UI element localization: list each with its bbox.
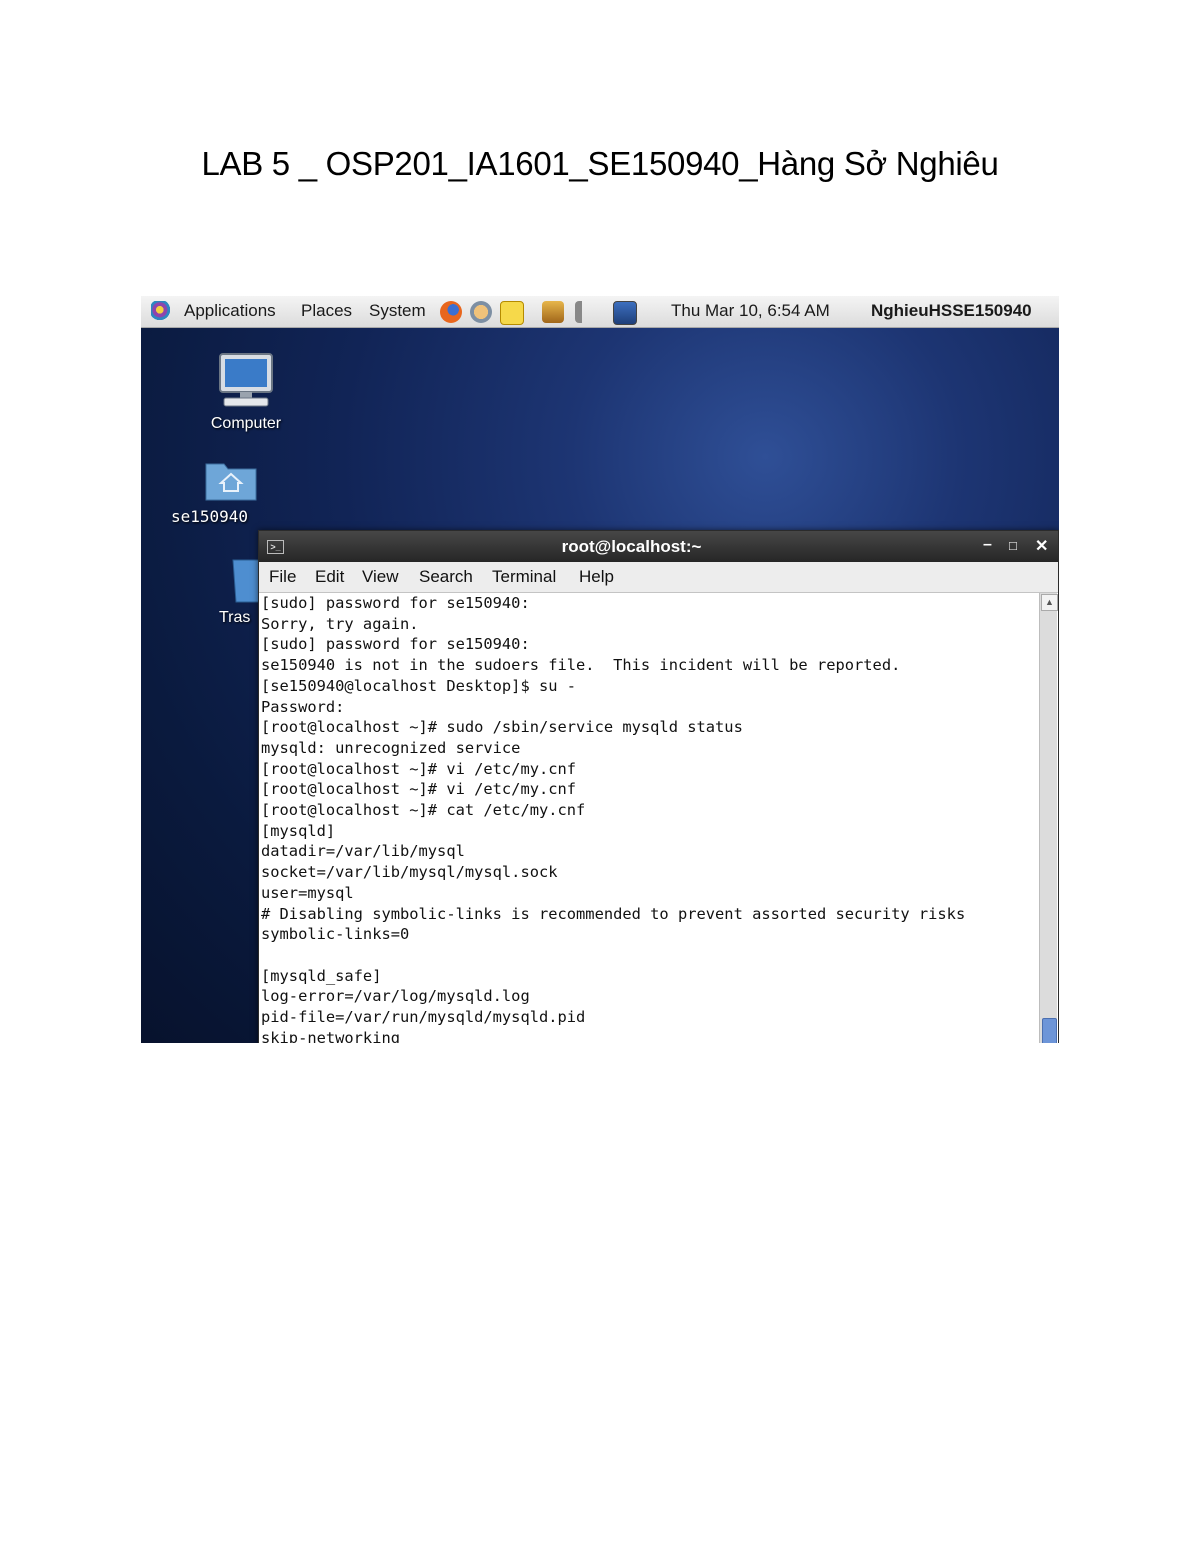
terminal-line: mysqld: unrecognized service bbox=[261, 738, 521, 757]
applications-menu-icon[interactable] bbox=[151, 301, 173, 323]
terminal-line: socket=/var/lib/mysql/mysql.sock bbox=[261, 863, 558, 882]
top-panel: Applications Places System Thu Mar 10, 6… bbox=[141, 296, 1059, 328]
terminal-line: [se150940@localhost Desktop]$ su - bbox=[261, 676, 577, 695]
terminal-line: [mysqld] bbox=[261, 821, 336, 840]
terminal-menubar: File Edit View Search Terminal Help bbox=[259, 562, 1058, 593]
document-title: LAB 5 _ OSP201_IA1601_SE150940_Hàng Sở N… bbox=[201, 145, 999, 182]
terminal-line: [sudo] password for se150940: bbox=[261, 594, 530, 612]
terminal-line: Sorry, try again. bbox=[261, 614, 419, 633]
terminal-line: log-error=/var/log/mysqld.log bbox=[261, 987, 530, 1006]
notes-icon[interactable] bbox=[500, 301, 524, 325]
terminal-title: root@localhost:~ bbox=[561, 537, 702, 556]
display-icon[interactable] bbox=[613, 301, 637, 325]
terminal-line: [mysqld_safe] bbox=[261, 966, 382, 985]
applications-menu[interactable]: Applications bbox=[184, 301, 276, 321]
menu-file[interactable]: File bbox=[269, 567, 296, 587]
email-client-icon[interactable] bbox=[470, 301, 492, 323]
terminal-line: datadir=/var/lib/mysql bbox=[261, 842, 465, 861]
terminal-line: [root@localhost ~]# vi /etc/my.cnf bbox=[261, 780, 577, 799]
terminal-line: Password: bbox=[261, 697, 345, 716]
terminal-line: [root@localhost ~]# sudo /sbin/service m… bbox=[261, 718, 743, 737]
menu-edit[interactable]: Edit bbox=[315, 567, 344, 587]
desktop-icon-label: Computer bbox=[210, 415, 282, 432]
clock[interactable]: Thu Mar 10, 6:54 AM bbox=[671, 301, 830, 321]
terminal-window[interactable]: >_ root@localhost:~ – □ ✕ File Edit View… bbox=[258, 530, 1059, 1043]
terminal-line: [root@localhost ~]# cat /etc/my.cnf bbox=[261, 801, 586, 820]
scrollbar-thumb[interactable] bbox=[1042, 1018, 1057, 1043]
desktop-icon-home[interactable]: se150940 bbox=[171, 456, 261, 526]
desktop-screenshot: Applications Places System Thu Mar 10, 6… bbox=[141, 296, 1059, 1043]
computer-icon bbox=[219, 353, 273, 407]
terminal-line: skip-networking bbox=[261, 1028, 400, 1043]
menu-view[interactable]: View bbox=[362, 567, 399, 587]
desktop-icon-computer[interactable]: Computer bbox=[201, 352, 291, 433]
menu-search[interactable]: Search bbox=[419, 567, 473, 587]
terminal-line: se150940 is not in the sudoers file. Thi… bbox=[261, 656, 901, 675]
home-folder-icon bbox=[205, 463, 257, 501]
terminal-line: [root@localhost ~]# vi /etc/my.cnf bbox=[261, 759, 577, 778]
scroll-up-icon[interactable]: ▲ bbox=[1041, 594, 1058, 611]
firefox-icon[interactable] bbox=[440, 301, 462, 323]
desktop-icon-label: se150940 bbox=[171, 507, 249, 526]
terminal-line: [sudo] password for se150940: bbox=[261, 635, 530, 654]
system-menu[interactable]: System bbox=[369, 301, 426, 321]
network-icon[interactable] bbox=[542, 301, 564, 323]
terminal-line: user=mysql bbox=[261, 883, 354, 902]
terminal-line: pid-file=/var/run/mysqld/mysqld.pid bbox=[261, 1008, 586, 1027]
maximize-icon[interactable]: □ bbox=[1009, 538, 1017, 553]
minimize-icon[interactable]: – bbox=[983, 536, 992, 554]
terminal-line: symbolic-links=0 bbox=[261, 925, 410, 944]
desktop-background: Computer se150940 Tras >_ root@localhost… bbox=[141, 328, 1059, 1043]
terminal-scrollbar[interactable]: ▲ ▼ bbox=[1039, 593, 1058, 1043]
places-menu[interactable]: Places bbox=[301, 301, 352, 321]
terminal-output[interactable]: [sudo] password for se150940: Sorry, try … bbox=[261, 593, 1036, 1043]
menu-help[interactable]: Help bbox=[579, 567, 614, 587]
volume-icon[interactable] bbox=[575, 301, 589, 323]
terminal-line: # Disabling symbolic-links is recommende… bbox=[261, 904, 966, 923]
menu-terminal[interactable]: Terminal bbox=[492, 567, 556, 587]
close-icon[interactable]: ✕ bbox=[1035, 536, 1048, 556]
user-name[interactable]: NghieuHSSE150940 bbox=[871, 301, 1032, 321]
terminal-titlebar[interactable]: >_ root@localhost:~ – □ ✕ bbox=[259, 531, 1058, 562]
